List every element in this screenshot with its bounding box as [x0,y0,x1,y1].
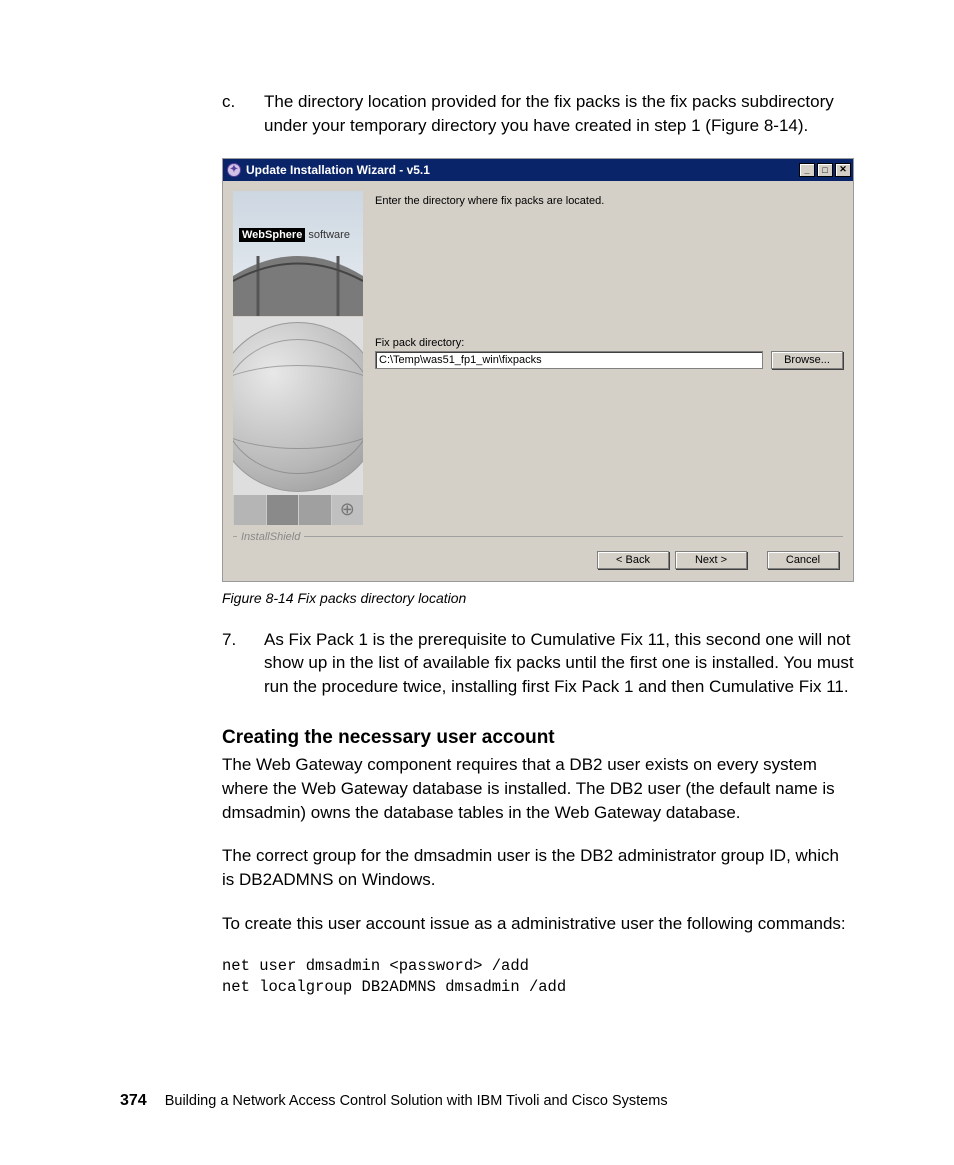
list-item-7: 7. As Fix Pack 1 is the prerequisite to … [222,628,854,699]
websphere-logo: WebSphere software [239,229,350,241]
figure-caption: Figure 8-14 Fix packs directory location [222,590,854,606]
paragraph-2: The correct group for the dmsadmin user … [222,844,854,892]
window-title: Update Installation Wizard - v5.1 [246,163,799,177]
list-item-c: c. The directory location provided for t… [222,90,854,138]
app-icon: ✦ [227,163,241,177]
paragraph-1: The Web Gateway component requires that … [222,753,854,824]
list-marker-c: c. [222,90,264,138]
command-block: net user dmsadmin <password> /add net lo… [222,956,854,999]
wizard-prompt: Enter the directory where fix packs are … [375,195,843,207]
list-body-7: As Fix Pack 1 is the prerequisite to Cum… [264,628,854,699]
page-footer: 374 Building a Network Access Control So… [120,1092,854,1110]
browse-button[interactable]: Browse... [771,351,843,369]
fixpack-dir-input[interactable] [375,351,763,369]
wizard-window: ✦ Update Installation Wizard - v5.1 _ □ … [222,158,854,582]
next-button[interactable]: Next > [675,551,747,569]
wizard-sidebar-image: WebSphere software ⊕ [233,191,363,525]
close-button[interactable]: ✕ [835,163,851,177]
list-marker-7: 7. [222,628,264,699]
list-body-c: The directory location provided for the … [264,90,854,138]
window-titlebar: ✦ Update Installation Wizard - v5.1 _ □ … [223,159,853,181]
fixpack-dir-label: Fix pack directory: [375,337,843,349]
maximize-button[interactable]: □ [817,163,833,177]
paragraph-3: To create this user account issue as a a… [222,912,854,936]
book-title: Building a Network Access Control Soluti… [165,1093,668,1109]
cancel-button[interactable]: Cancel [767,551,839,569]
installshield-label: InstallShield [237,531,304,543]
page-number: 374 [120,1092,147,1110]
minimize-button[interactable]: _ [799,163,815,177]
back-button[interactable]: < Back [597,551,669,569]
section-heading: Creating the necessary user account [222,727,854,749]
